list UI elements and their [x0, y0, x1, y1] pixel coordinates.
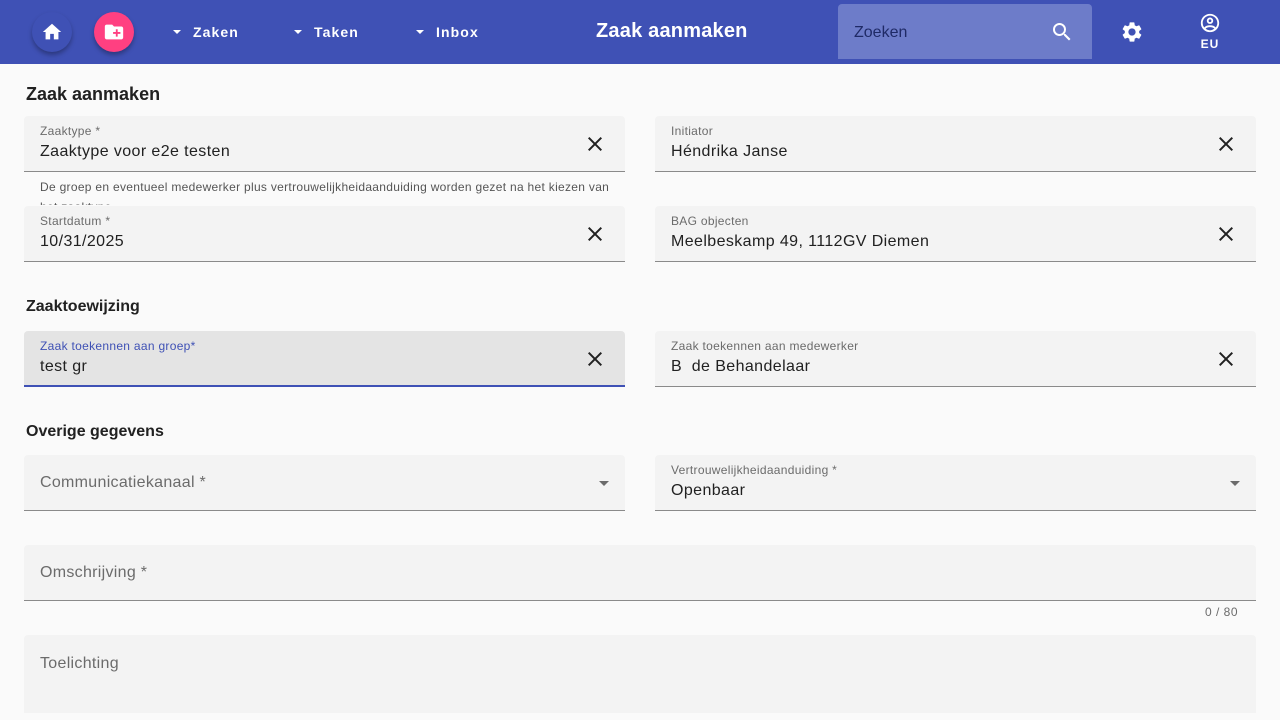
close-icon [1219, 137, 1233, 151]
page-title: Zaak aanmaken [26, 84, 161, 104]
omschrijving-placeholder: Omschrijving * [40, 564, 148, 581]
close-icon [588, 137, 602, 151]
groep-label: Zaak toekennen aan groep* [40, 339, 196, 353]
settings-button[interactable] [1120, 20, 1144, 44]
zaaktype-value[interactable]: Zaaktype voor e2e testen [40, 143, 230, 161]
initiator-field[interactable]: Initiator Héndrika Janse [655, 116, 1256, 172]
zaaktype-label: Zaaktype * [40, 124, 101, 138]
omschrijving-char-counter: 0 / 80 [1205, 605, 1239, 619]
medewerker-value[interactable]: B de Behandelaar [671, 358, 810, 376]
caret-down-icon [173, 30, 181, 34]
new-zaak-button[interactable] [94, 12, 134, 52]
nav-menu-zaken[interactable]: Zaken [173, 22, 239, 42]
search-input[interactable] [854, 22, 1044, 44]
startdatum-field[interactable]: Startdatum * 10/31/2025 [24, 206, 625, 262]
home-icon [42, 23, 62, 40]
create-folder-icon [104, 24, 124, 40]
initiator-label: Initiator [671, 124, 714, 138]
communicatiekanaal-placeholder: Communicatiekanaal * [40, 474, 207, 491]
groep-value[interactable]: test gr [40, 358, 87, 376]
zaaktype-hint: De groep en eventueel medewerker plus ve… [40, 180, 610, 205]
section-overige-gegevens: Overige gegevens [26, 423, 164, 440]
top-app-bar: Zaken Taken Inbox Zaak aanmaken EU [0, 0, 1280, 64]
groep-field[interactable]: Zaak toekennen aan groep* test gr [24, 331, 625, 387]
close-icon [588, 227, 602, 241]
vertrouwelijkheid-label: Vertrouwelijkheidaanduiding * [671, 463, 838, 477]
clear-medewerker-button[interactable] [1214, 347, 1238, 371]
search-icon[interactable] [1050, 20, 1074, 44]
clear-initiator-button[interactable] [1214, 132, 1238, 156]
zaaktype-field[interactable]: Zaaktype * Zaaktype voor e2e testen [24, 116, 625, 172]
medewerker-label: Zaak toekennen aan medewerker [671, 339, 859, 353]
startdatum-value[interactable]: 10/31/2025 [40, 233, 124, 251]
communicatiekanaal-select[interactable]: Communicatiekanaal * [24, 455, 625, 511]
nav-menu-label: Taken [314, 24, 359, 40]
dropdown-arrow-icon[interactable] [1230, 481, 1240, 486]
clear-groep-button[interactable] [583, 347, 607, 371]
close-icon [588, 352, 602, 366]
nav-menu-inbox[interactable]: Inbox [416, 22, 479, 42]
toelichting-textarea[interactable]: Toelichting [24, 635, 1256, 713]
close-icon [1219, 352, 1233, 366]
dropdown-arrow-icon[interactable] [599, 481, 609, 486]
bag-objecten-label: BAG objecten [671, 214, 749, 228]
gear-icon [1122, 22, 1142, 42]
clear-startdatum-button[interactable] [583, 222, 607, 246]
search-box [838, 4, 1092, 59]
caret-down-icon [294, 30, 302, 34]
user-menu-button[interactable]: EU [1190, 12, 1230, 54]
user-initials: EU [1200, 37, 1220, 51]
clear-zaaktype-button[interactable] [583, 132, 607, 156]
home-button[interactable] [32, 12, 72, 52]
nav-menu-label: Zaken [193, 24, 239, 40]
vertrouwelijkheid-value[interactable]: Openbaar [671, 482, 745, 500]
nav-menu-taken[interactable]: Taken [294, 22, 359, 42]
initiator-value[interactable]: Héndrika Janse [671, 143, 788, 161]
section-zaaktoewijzing: Zaaktoewijzing [26, 298, 140, 315]
clear-bag-objecten-button[interactable] [1214, 222, 1238, 246]
topbar-title: Zaak aanmaken [596, 20, 748, 42]
medewerker-field[interactable]: Zaak toekennen aan medewerker B de Behan… [655, 331, 1256, 387]
nav-menu-label: Inbox [436, 24, 479, 40]
vertrouwelijkheid-select[interactable]: Vertrouwelijkheidaanduiding * Openbaar [655, 455, 1256, 511]
startdatum-label: Startdatum * [40, 214, 111, 228]
bag-objecten-field[interactable]: BAG objecten Meelbeskamp 49, 1112GV Diem… [655, 206, 1256, 262]
toelichting-placeholder: Toelichting [40, 655, 119, 672]
account-circle-icon [1200, 13, 1220, 33]
caret-down-icon [416, 30, 424, 34]
close-icon [1219, 227, 1233, 241]
omschrijving-field[interactable]: Omschrijving * [24, 545, 1256, 601]
bag-objecten-value[interactable]: Meelbeskamp 49, 1112GV Diemen [671, 233, 929, 251]
